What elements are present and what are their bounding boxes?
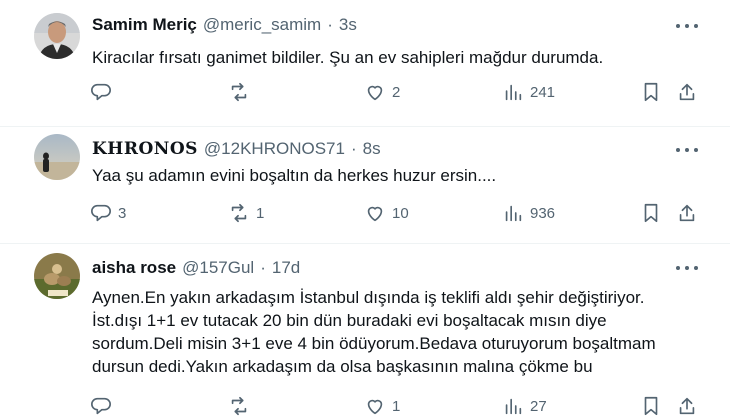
author-name[interactable]: Samim Meriç bbox=[92, 15, 197, 35]
more-icon[interactable] bbox=[676, 263, 698, 273]
tweet-text: Yaa şu adamın evini boşaltın da herkes h… bbox=[92, 166, 497, 185]
views-icon bbox=[505, 398, 522, 415]
separator: · bbox=[350, 139, 357, 158]
tweet-1[interactable]: Samim Meriç @meric_samim · 3s Kiracılar … bbox=[0, 0, 730, 126]
author-handle[interactable]: @12KHRONOS71 bbox=[204, 139, 345, 159]
like-count: 10 bbox=[392, 204, 409, 222]
views-button[interactable]: 27 bbox=[502, 394, 547, 418]
tweet-header: aisha rose @157Gul · 17d bbox=[92, 258, 300, 278]
bookmark-button[interactable] bbox=[640, 201, 662, 225]
like-icon bbox=[367, 85, 383, 101]
views-count: 241 bbox=[530, 83, 556, 101]
author-name[interactable]: aisha rose bbox=[92, 258, 176, 278]
author-name[interactable]: KHRONOS bbox=[92, 139, 198, 159]
retweet-button[interactable]: 1 bbox=[228, 201, 264, 225]
retweet-count: 1 bbox=[256, 204, 265, 222]
reply-count: 3 bbox=[118, 204, 127, 222]
share-button[interactable] bbox=[676, 80, 698, 104]
reply-button[interactable]: 3 bbox=[90, 201, 126, 225]
views-button[interactable]: 936 bbox=[502, 201, 555, 225]
retweet-icon bbox=[231, 82, 247, 102]
share-icon bbox=[679, 204, 695, 222]
views-icon bbox=[505, 84, 522, 101]
more-icon[interactable] bbox=[676, 145, 698, 155]
share-button[interactable] bbox=[676, 394, 698, 418]
like-button[interactable]: 10 bbox=[364, 201, 409, 225]
like-icon bbox=[367, 399, 383, 415]
share-icon bbox=[679, 397, 695, 415]
reply-icon bbox=[91, 204, 111, 222]
reply-icon bbox=[91, 397, 111, 415]
more-icon[interactable] bbox=[676, 21, 698, 31]
retweet-icon bbox=[231, 396, 247, 416]
timestamp[interactable]: 3s bbox=[339, 15, 357, 35]
timestamp[interactable]: 8s bbox=[363, 139, 381, 159]
views-count: 936 bbox=[530, 204, 556, 222]
reply-icon bbox=[91, 83, 111, 101]
views-button[interactable]: 241 bbox=[502, 80, 555, 104]
avatar[interactable] bbox=[34, 134, 80, 180]
like-count: 1 bbox=[392, 397, 401, 415]
views-count: 27 bbox=[530, 397, 547, 415]
like-count: 2 bbox=[392, 83, 401, 101]
tweet-text: Kiracılar fırsatı ganimet bildiler. Şu a… bbox=[92, 48, 604, 67]
separator: · bbox=[327, 15, 333, 34]
tweet-header: KHRONOS @12KHRONOS71 · 8s bbox=[92, 139, 381, 159]
views-icon bbox=[505, 205, 522, 222]
separator: · bbox=[260, 258, 266, 277]
retweet-button[interactable] bbox=[228, 394, 256, 418]
like-icon bbox=[367, 206, 383, 222]
retweet-button[interactable] bbox=[228, 80, 256, 104]
bookmark-icon bbox=[644, 203, 658, 223]
share-icon bbox=[679, 83, 695, 101]
reply-button[interactable] bbox=[90, 80, 118, 104]
tweet-text: Aynen.En yakın arkadaşım İstanbul dışınd… bbox=[92, 288, 656, 376]
share-button[interactable] bbox=[676, 201, 698, 225]
author-handle[interactable]: @157Gul bbox=[182, 258, 254, 278]
tweet-2[interactable]: KHRONOS @12KHRONOS71 · 8s Yaa şu adamın … bbox=[0, 127, 730, 243]
like-button[interactable]: 2 bbox=[364, 80, 400, 104]
bookmark-button[interactable] bbox=[640, 80, 662, 104]
timestamp[interactable]: 17d bbox=[272, 258, 300, 278]
retweet-icon bbox=[231, 203, 247, 223]
avatar[interactable] bbox=[34, 13, 80, 59]
tweet-header: Samim Meriç @meric_samim · 3s bbox=[92, 15, 357, 35]
avatar[interactable] bbox=[34, 253, 80, 299]
author-handle[interactable]: @meric_samim bbox=[203, 15, 321, 35]
bookmark-icon bbox=[644, 82, 658, 102]
bookmark-icon bbox=[644, 396, 658, 416]
bookmark-button[interactable] bbox=[640, 394, 662, 418]
tweet-3[interactable]: aisha rose @157Gul · 17d Aynen.En yakın … bbox=[0, 244, 730, 420]
like-button[interactable]: 1 bbox=[364, 394, 400, 418]
reply-button[interactable] bbox=[90, 394, 118, 418]
